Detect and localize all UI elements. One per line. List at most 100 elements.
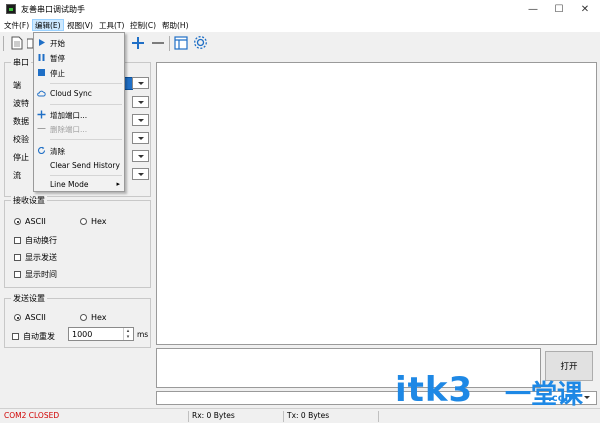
menu-item-pause-label: 暂停 xyxy=(50,54,65,63)
menu-separator xyxy=(50,175,122,176)
tx-count: Tx: 0 Bytes xyxy=(287,411,330,420)
receive-ascii-label: ASCII xyxy=(25,217,46,226)
menu-item-remove-port-label: 删除端口... xyxy=(50,125,88,134)
add-icon[interactable] xyxy=(131,36,145,50)
settings-gear-icon[interactable] xyxy=(193,35,208,50)
menu-item-clear-label: 清除 xyxy=(50,147,65,156)
show-send-label: 显示发送 xyxy=(25,253,57,262)
resend-interval-input[interactable]: 1000 ▴ ▾ xyxy=(68,327,134,341)
send-hex-radio[interactable]: Hex xyxy=(80,313,107,322)
layout-icon[interactable] xyxy=(174,36,188,50)
menu-item-stop[interactable]: 停止 xyxy=(34,66,124,79)
menu-separator xyxy=(50,104,122,105)
app-icon xyxy=(6,4,16,14)
baud-dropdown[interactable] xyxy=(132,96,149,108)
close-button[interactable]: ✕ xyxy=(572,0,598,19)
watermark-logo: itk3 xyxy=(395,370,474,410)
menu-item-line-mode[interactable]: Line Mode ▸ xyxy=(34,178,124,191)
data-bits-dropdown[interactable] xyxy=(132,114,149,126)
submenu-arrow-icon: ▸ xyxy=(116,180,120,188)
maximize-button[interactable]: ☐ xyxy=(546,0,572,19)
flow-control-label: 流 xyxy=(13,171,21,180)
menu-item-cloud-sync[interactable]: Cloud Sync xyxy=(34,87,124,100)
auto-newline-checkbox[interactable]: 自动换行 xyxy=(14,235,57,246)
status-separator xyxy=(378,411,379,422)
stop-bits-dropdown[interactable] xyxy=(132,150,149,162)
status-separator xyxy=(283,411,284,422)
send-text-area[interactable] xyxy=(156,348,541,388)
auto-resend-label: 自动重发 xyxy=(23,332,55,341)
menu-item-clear-send-history-label: Clear Send History xyxy=(50,161,120,170)
minus-icon xyxy=(37,128,46,129)
port-dropdown[interactable] xyxy=(132,77,149,89)
menu-control[interactable]: 控制(C) xyxy=(128,20,158,32)
show-time-checkbox[interactable]: 显示时间 xyxy=(14,269,57,280)
toolbar-grip xyxy=(3,36,4,51)
flow-control-dropdown[interactable] xyxy=(132,168,149,180)
stop-icon xyxy=(38,69,45,76)
minimize-button[interactable]: — xyxy=(520,0,546,19)
menu-view[interactable]: 视图(V) xyxy=(65,20,95,32)
port-status-text: COM2 CLOSED xyxy=(4,411,60,420)
watermark-url: .com xyxy=(548,393,576,404)
resend-interval-value: 1000 xyxy=(72,330,93,339)
menu-item-clear[interactable]: 清除 xyxy=(34,144,124,157)
cloud-icon xyxy=(37,90,46,97)
menu-item-start[interactable]: 开始 xyxy=(34,36,124,49)
stop-bits-label: 停止 xyxy=(13,153,29,162)
spin-arrows-icon[interactable]: ▴ ▾ xyxy=(123,328,132,340)
menu-item-line-mode-label: Line Mode xyxy=(50,180,89,189)
baud-label: 波特 xyxy=(13,99,29,108)
menu-separator xyxy=(50,83,122,84)
pause-icon xyxy=(38,54,45,61)
parity-dropdown[interactable] xyxy=(132,132,149,144)
menu-help[interactable]: 帮助(H) xyxy=(160,20,191,32)
menu-item-cloud-sync-label: Cloud Sync xyxy=(50,89,92,98)
receive-group-title: 接收设置 xyxy=(11,195,47,206)
menu-edit[interactable]: 编辑(E) xyxy=(32,19,64,31)
checkbox-icon xyxy=(14,237,21,244)
auto-newline-label: 自动换行 xyxy=(25,236,57,245)
menu-item-remove-port: 删除端口... xyxy=(34,122,124,135)
menu-item-pause[interactable]: 暂停 xyxy=(34,51,124,64)
remove-icon[interactable] xyxy=(151,36,165,50)
menu-item-stop-label: 停止 xyxy=(50,69,65,78)
menu-item-add-port-label: 增加端口... xyxy=(50,111,88,120)
radio-icon xyxy=(80,314,87,321)
receive-text-area[interactable] xyxy=(156,62,597,345)
status-separator xyxy=(188,411,189,422)
radio-icon xyxy=(80,218,87,225)
menu-bar: 文件(F) 编辑(E) 视图(V) 工具(T) 控制(C) 帮助(H) xyxy=(0,19,600,33)
menu-separator xyxy=(50,139,122,140)
show-send-checkbox[interactable]: 显示发送 xyxy=(14,252,57,263)
interval-unit-label: ms xyxy=(137,330,149,339)
checkbox-icon xyxy=(14,271,21,278)
send-settings-group: 发送设置 ASCII Hex 自动重发 1000 ▴ ▾ ms xyxy=(4,293,151,348)
checkbox-icon xyxy=(14,254,21,261)
parity-label: 校验 xyxy=(13,135,29,144)
title-bar: 友善串口调试助手 — ☐ ✕ xyxy=(0,0,600,19)
show-time-label: 显示时间 xyxy=(25,270,57,279)
send-group-title: 发送设置 xyxy=(11,293,47,304)
menu-item-add-port[interactable]: 增加端口... xyxy=(34,108,124,121)
menu-tools[interactable]: 工具(T) xyxy=(97,20,126,32)
data-bits-label: 数据 xyxy=(13,117,29,126)
radio-selected-icon xyxy=(14,218,21,225)
send-ascii-label: ASCII xyxy=(25,313,46,322)
receive-settings-group: 接收设置 ASCII Hex 自动换行 显示发送 显示时间 xyxy=(4,195,151,288)
receive-ascii-radio[interactable]: ASCII xyxy=(14,217,46,226)
receive-hex-label: Hex xyxy=(91,217,107,226)
receive-hex-radio[interactable]: Hex xyxy=(80,217,107,226)
radio-selected-icon xyxy=(14,314,21,321)
toolbar-separator xyxy=(169,36,170,51)
auto-resend-checkbox[interactable]: 自动重发 xyxy=(12,331,55,342)
menu-item-start-label: 开始 xyxy=(50,39,65,48)
play-icon xyxy=(39,39,45,46)
new-file-icon[interactable] xyxy=(11,36,23,50)
window-title: 友善串口调试助手 xyxy=(21,5,85,14)
menu-file[interactable]: 文件(F) xyxy=(2,20,31,32)
menu-item-clear-send-history[interactable]: Clear Send History xyxy=(34,159,124,172)
checkbox-icon xyxy=(12,333,19,340)
plus-icon xyxy=(37,110,46,119)
send-ascii-radio[interactable]: ASCII xyxy=(14,313,46,322)
